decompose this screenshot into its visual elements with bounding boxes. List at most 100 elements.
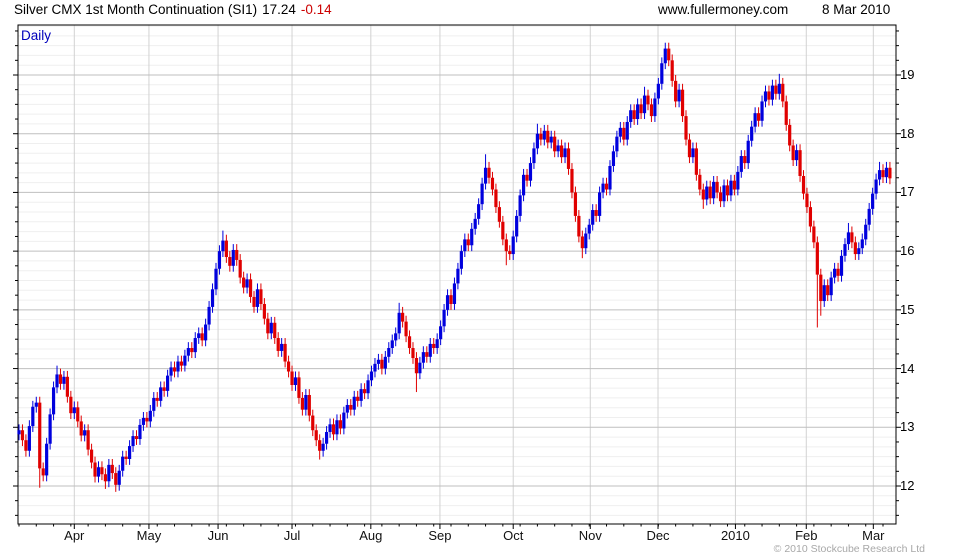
candle-body [477,204,481,219]
candle-body [169,367,173,376]
candle-body [580,236,584,249]
x-axis-tick-label: Dec [646,528,670,543]
candle-body [760,101,764,121]
y-axis-tick-label: 16 [900,243,915,259]
candle-body [826,285,830,296]
candle-body [857,248,861,255]
candle-body [124,456,128,459]
x-axis-tick-label: 2010 [720,528,750,543]
candle-body [795,150,799,161]
candle-body [349,404,353,410]
candle-body [815,242,819,275]
candle-body [888,167,892,179]
candle-body [497,207,501,222]
candle-body [31,406,35,427]
candle-body [276,338,280,351]
candle-body [41,468,45,476]
candle-body [653,98,657,117]
candle-body [69,396,73,414]
candle-body [425,352,429,357]
candle-body [598,192,602,216]
candle-body [262,303,266,319]
candle-body [573,192,578,216]
candle-body [615,136,619,152]
candle-body [259,289,263,304]
candle-body [407,336,412,349]
candle-body [331,424,336,435]
candle-body [736,171,740,190]
y-axis-tick-label: 15 [900,301,915,317]
timeframe-label: Daily [21,28,52,43]
candle-body [432,343,436,349]
candle-body [345,404,349,413]
candle-body [591,210,595,225]
candle-body [864,224,868,240]
candle-body [756,113,761,121]
candle-body [224,240,228,258]
candle-body [89,449,94,463]
candle-body [335,420,339,435]
candle-body [324,431,329,444]
candle-body [210,289,215,307]
candle-body [553,136,557,152]
candle-body [739,156,743,172]
candle-body [252,296,256,307]
candle-body [871,193,875,209]
y-axis-tick-label: 17 [900,184,915,200]
y-axis-tick-label: 13 [900,419,915,435]
candle-body [266,318,270,334]
copyright-label: © 2010 Stockcube Research Ltd [773,543,925,555]
candle-body [214,268,218,290]
candle-body [148,410,152,422]
candle-body [587,224,591,234]
candle-body [380,359,384,369]
candle-body [414,358,419,374]
candle-body [836,268,840,276]
x-axis-tick-label: Aug [359,528,383,543]
candle-body [65,376,69,397]
candle-body [636,104,640,120]
candle-body [93,462,97,477]
candle-body [297,377,301,398]
candle-body [134,436,139,440]
candle-body [363,389,367,394]
candle-body [152,397,156,411]
candle-body [884,167,889,178]
candle-body [774,85,778,94]
candle-body [58,374,63,384]
candle-body [20,430,25,441]
candle-body [356,396,360,401]
candle-body [445,295,450,310]
candle-body [141,417,146,425]
candle-body [338,420,343,429]
candle-body [359,389,363,401]
candle-body [27,426,31,451]
candle-body [100,467,104,475]
candle-body [632,110,636,120]
candle-body [805,193,809,208]
candle-body [179,361,184,366]
candle-body [781,83,785,102]
candle-body [649,104,654,117]
candle-body [515,215,519,237]
candle-body [843,244,847,256]
candle-body [822,285,826,302]
candle-body [608,166,612,190]
candle-body [200,333,204,341]
candle-body [715,181,719,193]
y-axis-tick-label: 14 [900,360,915,376]
y-axis-tick-label: 18 [900,125,915,141]
candle-body [539,133,543,140]
y-axis-tick-label: 19 [900,67,915,82]
candle-body [791,145,795,161]
candle-body [428,343,432,357]
x-axis-tick-label: May [136,528,162,543]
candle-body [663,48,667,64]
candle-body [103,474,107,482]
candle-body [217,251,222,269]
candle-body [197,333,201,339]
candle-body [705,186,709,200]
candle-body [535,133,539,149]
candle-body [463,239,467,252]
candle-body [860,239,864,249]
